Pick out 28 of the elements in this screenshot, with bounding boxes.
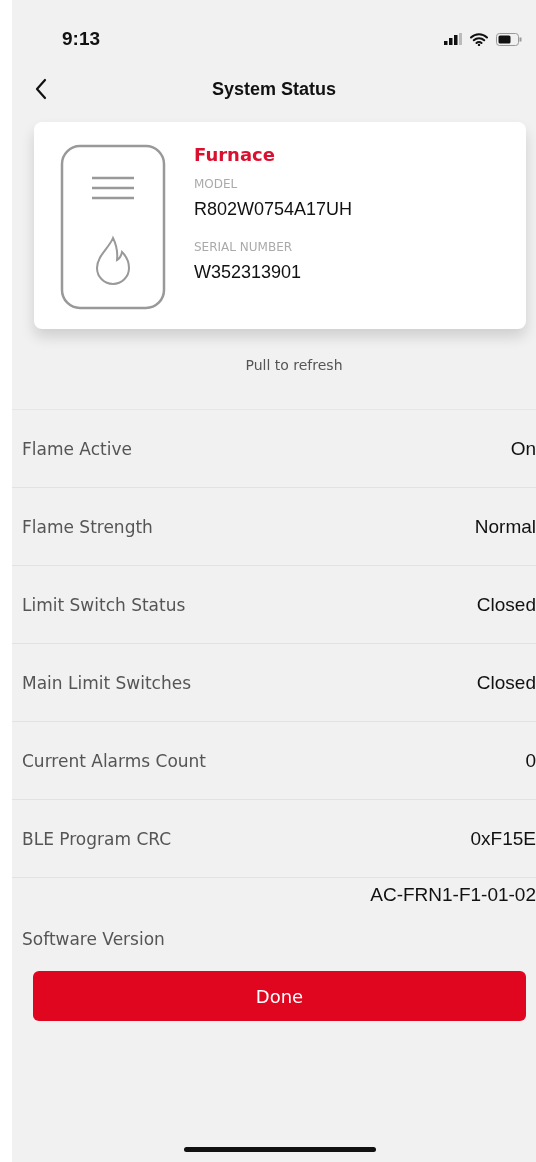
status-time: 9:13 (62, 28, 101, 50)
device-name: Furnace (194, 144, 276, 165)
status-label: Flame Active (22, 438, 132, 459)
status-value: 0xF15E (470, 827, 536, 850)
serial-label: SERIAL NUMBER (194, 240, 294, 254)
signal-icon (444, 33, 462, 45)
model-number: R802W0754A17UH (194, 199, 353, 220)
status-label: BLE Program CRC (22, 828, 172, 849)
furnace-icon (60, 144, 166, 310)
status-value: Closed (476, 593, 536, 616)
status-label: Limit Switch Status (22, 594, 186, 615)
status-label: Main Limit Switches (22, 672, 192, 693)
battery-icon (496, 32, 522, 46)
status-value: Closed (476, 671, 536, 694)
screen-title: System Status (211, 78, 337, 100)
status-value: Normal (474, 515, 536, 538)
model-label: MODEL (194, 177, 239, 191)
back-icon[interactable] (34, 78, 48, 100)
status-label: Current Alarms Count (22, 750, 207, 771)
pull-to-refresh-hint: Pull to refresh (244, 357, 344, 373)
status-value: 0 (525, 749, 536, 772)
status-label: Software Version (22, 929, 165, 949)
serial-number: W352313901 (194, 262, 303, 283)
status-label: Flame Strength (22, 516, 153, 537)
status-value: AC-FRN1-F1-01-02 (370, 884, 536, 906)
wifi-icon (470, 32, 488, 46)
status-value: On (510, 437, 536, 460)
done-button[interactable]: Done (33, 971, 526, 1021)
